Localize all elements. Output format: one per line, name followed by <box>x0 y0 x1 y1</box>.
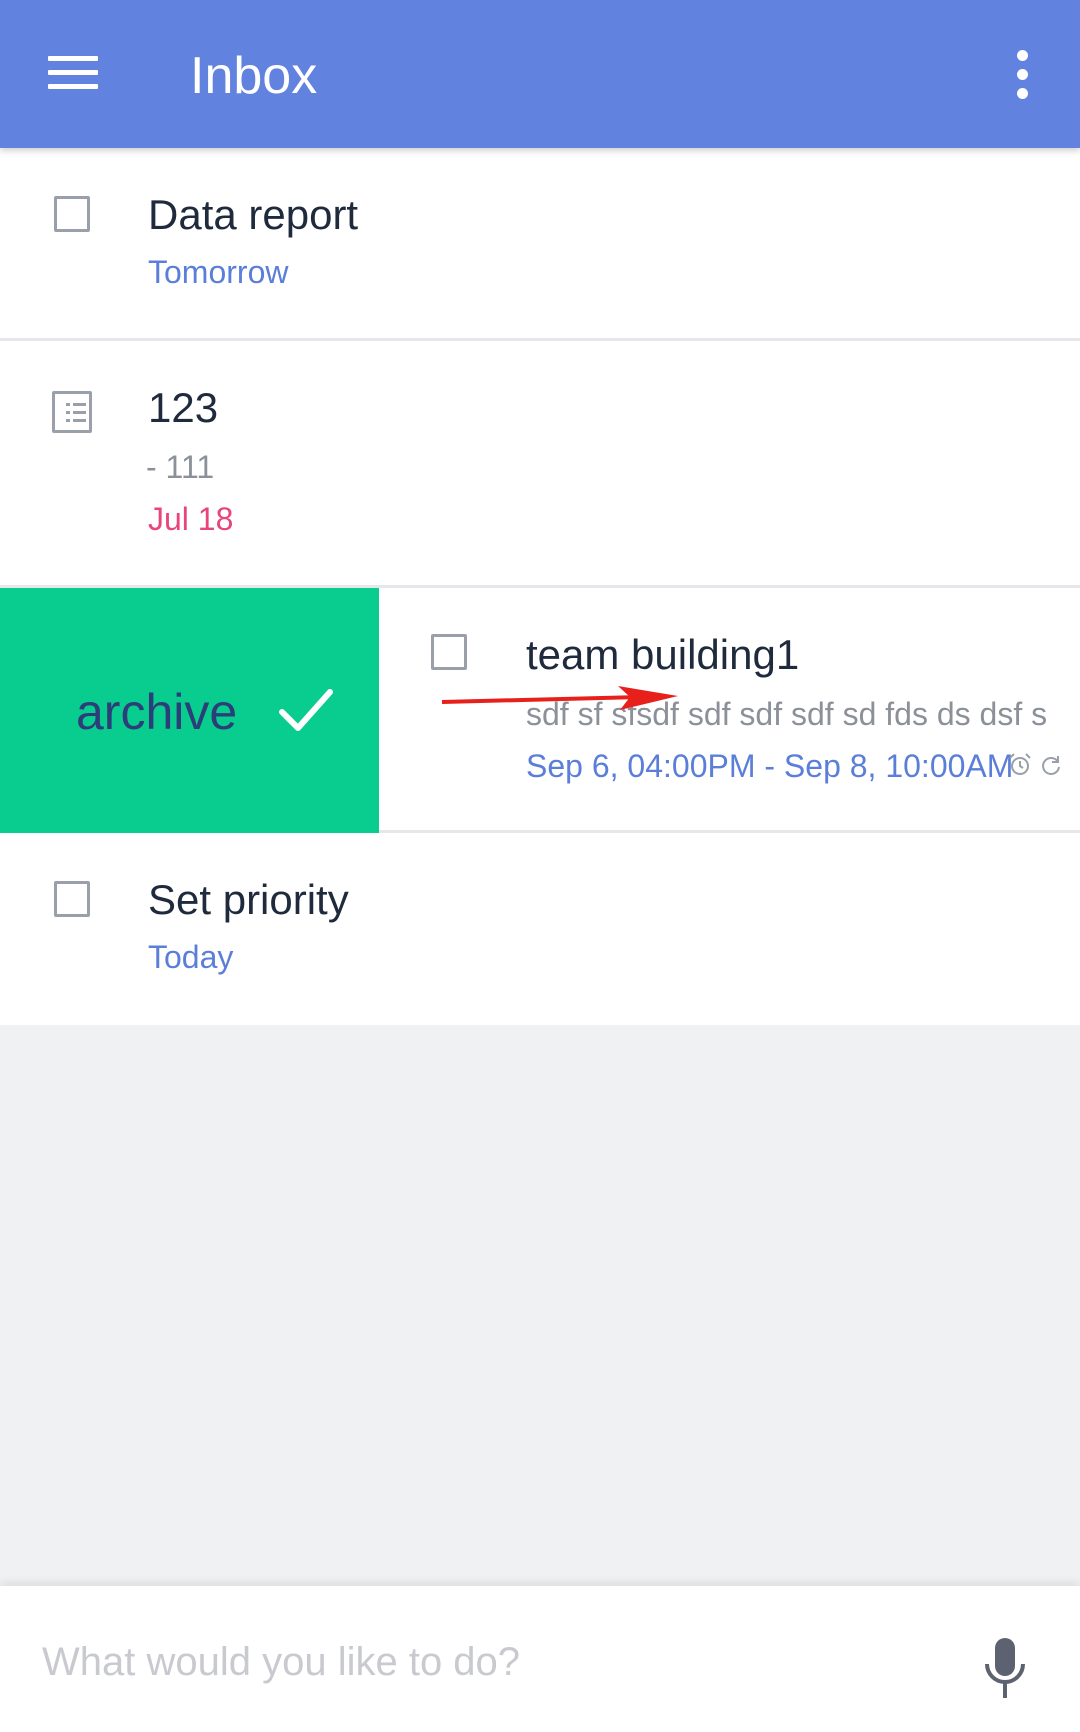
archive-label: archive <box>76 684 238 740</box>
composer-bar <box>0 1586 1080 1732</box>
task-row-123[interactable]: 123 - 111 Jul 18 <box>0 341 1080 588</box>
task-checkbox[interactable] <box>54 196 90 232</box>
check-icon <box>279 689 333 731</box>
app-bar: Inbox <box>0 0 1080 148</box>
menu-icon[interactable] <box>48 56 98 90</box>
mic-icon[interactable] <box>982 1634 1028 1706</box>
task-title: Data report <box>148 191 359 238</box>
task-note: - 111 <box>146 449 215 485</box>
task-row-set-priority[interactable]: Set priority Today <box>0 833 1080 1025</box>
task-date: Today <box>148 939 234 975</box>
page-title: Inbox <box>190 47 318 105</box>
task-input[interactable] <box>40 1626 944 1698</box>
task-checkbox[interactable] <box>431 634 467 670</box>
task-date: Sep 6, 04:00PM - Sep 8, 10:00AM <box>526 748 1014 784</box>
task-checkbox[interactable] <box>54 881 90 917</box>
archive-swipe-action[interactable]: archive <box>0 588 379 833</box>
task-date: Jul 18 <box>148 501 234 537</box>
note-icon <box>52 391 92 433</box>
task-title: team building1 <box>526 631 800 678</box>
more-vert-icon[interactable] <box>1008 50 1036 100</box>
red-arrow-icon <box>441 686 678 710</box>
task-row-data-report[interactable]: Data report Tomorrow <box>0 148 1080 341</box>
task-date: Tomorrow <box>148 254 289 290</box>
task-title: Set priority <box>148 876 349 923</box>
alarm-icon <box>1009 753 1031 775</box>
task-title: 123 <box>148 384 219 431</box>
repeat-icon <box>1042 756 1060 775</box>
